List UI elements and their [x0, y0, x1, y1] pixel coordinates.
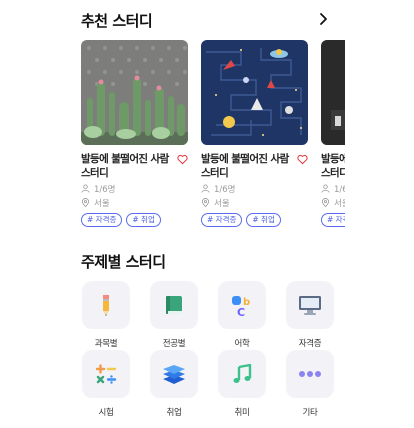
- study-card-location: 서울: [201, 197, 308, 209]
- tag-employment[interactable]: # 취업: [246, 213, 281, 227]
- topic-section-title: 주제별 스터디: [81, 253, 166, 271]
- topic-certificate[interactable]: 자격증: [285, 281, 335, 349]
- study-card-members: 1/6명: [321, 183, 345, 195]
- topic-exam[interactable]: 시험: [81, 350, 131, 418]
- person-icon: [81, 184, 90, 193]
- study-thumbnail-dark: [321, 40, 345, 145]
- study-card-members: 1/6명: [201, 183, 308, 195]
- layers-icon: [163, 365, 185, 384]
- tag-employment[interactable]: # 취업: [126, 213, 161, 227]
- study-card-title: 발등에 불떨어진 사람 스터디: [321, 153, 345, 179]
- topic-language[interactable]: b C 어학: [217, 281, 267, 349]
- heart-icon[interactable]: [297, 154, 308, 165]
- tag-certificate[interactable]: # 자격증: [321, 213, 345, 227]
- study-card[interactable]: 발등에 불떨어진 사람 스터디 1/6명 서울 # 자격증: [321, 40, 345, 227]
- location-pin-icon: [321, 198, 330, 207]
- study-card-location: 서울: [81, 197, 188, 209]
- location-pin-icon: [81, 198, 90, 207]
- chevron-right-icon[interactable]: [316, 12, 330, 26]
- monitor-icon: [299, 296, 321, 315]
- location-pin-icon: [201, 198, 210, 207]
- music-note-icon: [233, 363, 252, 383]
- book-icon: [166, 296, 182, 314]
- study-card[interactable]: 발등에 불떨어진 사람 스터디 1/6명 서울 # 자격증 # 취업: [201, 40, 308, 227]
- tag-certificate[interactable]: # 자격증: [81, 213, 123, 227]
- recommended-carousel[interactable]: 발등에 불떨어진 사람 스터디 1/6명 서울 # 자격증 # 취업 발등에 불…: [81, 40, 345, 240]
- recommended-section-title: 추천 스터디: [81, 12, 153, 30]
- study-card-members: 1/6명: [81, 183, 188, 195]
- topic-employment[interactable]: 취업: [149, 350, 199, 418]
- topic-etc[interactable]: 기타: [285, 350, 335, 418]
- person-icon: [201, 184, 210, 193]
- svg-text:C: C: [237, 306, 245, 318]
- person-icon: [321, 184, 330, 193]
- topic-hobby[interactable]: 취미: [217, 350, 267, 418]
- study-thumbnail-cactus: [81, 40, 188, 145]
- study-card[interactable]: 발등에 불떨어진 사람 스터디 1/6명 서울 # 자격증 # 취업: [81, 40, 188, 227]
- topic-subject[interactable]: 과목별: [81, 281, 131, 349]
- pencil-icon: [103, 295, 109, 316]
- tag-certificate[interactable]: # 자격증: [201, 213, 243, 227]
- calculator-symbols-icon: [95, 364, 117, 384]
- more-dots-icon: [299, 371, 321, 377]
- study-card-title: 발등에 불떨어진 사람 스터디: [81, 153, 169, 179]
- language-abc-icon: b C: [232, 296, 250, 318]
- study-card-title: 발등에 불떨어진 사람 스터디: [201, 153, 289, 179]
- topic-major[interactable]: 전공별: [149, 281, 199, 349]
- study-thumbnail-space: [201, 40, 308, 145]
- study-card-location: 서울: [321, 197, 345, 209]
- heart-icon[interactable]: [177, 154, 188, 165]
